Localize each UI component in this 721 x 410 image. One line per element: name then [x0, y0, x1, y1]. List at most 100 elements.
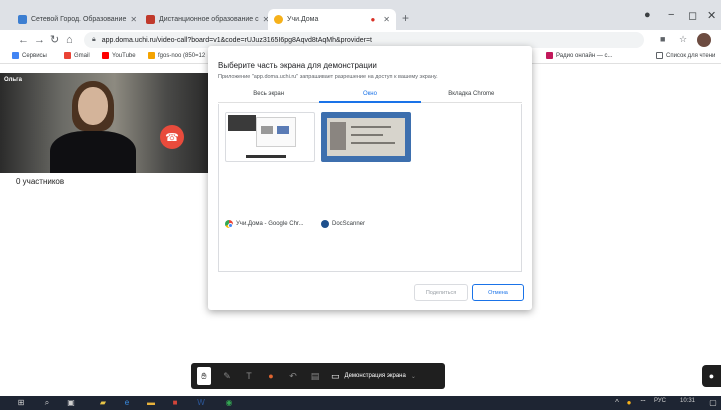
reload-icon[interactable]: ↻ [50, 33, 59, 47]
windows-taskbar: ⊞ ⌕ ▣ ▰ e ▬ ■ W ◉ ^ ● ⌔ РУС 10:31 ▢ [0, 396, 721, 410]
window-label-uchi-doma[interactable]: Учи.Дома - Google Chr... [225, 220, 304, 228]
thumbnail-line [351, 142, 395, 144]
cancel-button[interactable]: Отмена [472, 284, 524, 301]
forward-arrow-icon[interactable]: → [34, 33, 45, 47]
participant-name: Ольга [4, 77, 22, 83]
language-indicator[interactable]: РУС [654, 398, 666, 404]
bookmark-label: fgos-noo (850=12 [158, 52, 206, 59]
notifications-icon[interactable]: ▢ [708, 398, 718, 408]
thumbnail-document-preview [327, 118, 405, 156]
tab-entire-screen[interactable]: Весь экран [218, 87, 320, 103]
whiteboard-toolbar: ✋︎ ✎ T ● ↶ ▤ ▭ Демонстрация экрана ⌄ [191, 363, 445, 389]
bookmark-label: Сервисы [22, 52, 47, 59]
text-tool-icon[interactable]: T [243, 371, 255, 381]
window-picker: Учи.Дома - Google Chr... DocScanner [218, 104, 522, 272]
thumbnail-mini-block [261, 126, 273, 134]
bookmark-label: Список для чтени [666, 52, 716, 59]
bookmark-radio-online[interactable]: Радио онлайн — с... [546, 52, 612, 59]
bookmark-services[interactable]: Сервисы [12, 52, 47, 59]
screen-share-label: Демонстрация экрана [344, 373, 406, 379]
explorer-pinned-icon[interactable]: ▰ [98, 398, 108, 408]
browser-tab-setevoy-gorod[interactable]: Сетевой Город. Образование ✕ [12, 9, 140, 30]
window-label-text: DocScanner [332, 221, 366, 227]
tab-label: Дистанционное образование с [159, 16, 259, 23]
tab-close-icon[interactable]: ✕ [130, 15, 137, 24]
bookmark-reading-list[interactable]: Список для чтени [656, 52, 715, 59]
browser-tab-bar: Сетевой Город. Образование ✕ Дистанционн… [0, 0, 721, 30]
maximize-window-icon[interactable]: ◻ [688, 9, 697, 22]
bookmark-youtube[interactable]: YouTube [102, 52, 136, 59]
browser-tab-uchi-doma[interactable]: Учи.Дома ● ✕ [268, 9, 396, 30]
hand-pointer-icon[interactable]: ✋︎ [197, 367, 211, 385]
word-pinned-icon[interactable]: W [196, 398, 206, 408]
clock[interactable]: 10:31 [680, 398, 695, 404]
browser-tab-distance-education[interactable]: Дистанционное образование с ✕ [140, 9, 268, 30]
setevoy-gorod-favicon-icon [18, 15, 27, 24]
tab-label: Учи.Дома [287, 16, 319, 23]
home-icon[interactable]: ⌂ [66, 33, 73, 47]
reading-list-icon [656, 52, 663, 59]
profile-menu-icon[interactable]: ● [644, 9, 651, 21]
pen-icon[interactable]: ✎ [221, 371, 233, 382]
uchi-doma-favicon-icon [274, 15, 283, 24]
undo-icon[interactable]: ↶ [287, 371, 299, 382]
clear-board-icon[interactable]: ▤ [309, 371, 321, 382]
distance-education-favicon-icon [146, 15, 155, 24]
edge-pinned-icon[interactable]: e [122, 398, 132, 408]
network-icon[interactable]: ⌔ [638, 398, 648, 408]
new-tab-button[interactable]: + [402, 11, 409, 25]
radio-favicon-icon [546, 52, 553, 59]
chat-button[interactable]: ● [702, 365, 721, 387]
bookmark-fgos-noo[interactable]: fgos-noo (850=12 [148, 52, 205, 59]
share-button[interactable]: Поделиться [414, 284, 468, 301]
bookmark-label: Радио онлайн — с... [556, 52, 613, 59]
thumbnail-video-preview [228, 115, 256, 131]
bookmark-label: YouTube [112, 52, 136, 59]
windows-start-icon[interactable]: ⊞ [16, 398, 26, 408]
docscanner-icon [321, 220, 329, 228]
recording-dot-icon: ● [370, 15, 376, 24]
profile-avatar[interactable] [697, 33, 711, 47]
color-picker-icon[interactable]: ● [265, 371, 277, 381]
hang-up-button[interactable]: ☎ [160, 125, 184, 149]
thumbnail-dialog-preview [256, 117, 296, 147]
task-view-icon[interactable]: ▣ [66, 398, 76, 408]
window-thumbnail-uchi-doma[interactable] [225, 112, 315, 162]
search-icon[interactable]: ⌕ [42, 398, 52, 408]
bookmark-star-icon[interactable]: ☆ [679, 34, 687, 45]
chrome-pinned-icon[interactable]: ◉ [224, 398, 234, 408]
apps-grid-icon [12, 52, 19, 59]
window-thumbnail-docscanner[interactable] [321, 112, 411, 162]
tray-icon[interactable]: ^ [612, 398, 622, 408]
thumbnail-toolbar-preview [246, 155, 286, 158]
phone-hangup-icon: ☎ [165, 131, 179, 144]
tray-app-icon[interactable]: ● [624, 398, 634, 408]
participant-video: Ольга [0, 73, 208, 173]
youtube-icon [102, 52, 109, 59]
screen-share-button[interactable]: ▭ Демонстрация экрана ⌄ [331, 371, 416, 382]
bookmark-label: Gmail [74, 52, 90, 59]
chrome-icon [225, 220, 233, 228]
lock-icon: 🔒︎ [92, 36, 96, 43]
dialog-subtitle: Приложение "app.doma.uchi.ru" запрашивае… [218, 74, 438, 80]
participant-face [78, 87, 108, 125]
thumbnail-photo [330, 122, 346, 150]
folder-pinned-icon[interactable]: ▬ [146, 398, 156, 408]
minimize-window-icon[interactable]: − [668, 9, 674, 21]
back-arrow-icon[interactable]: ← [18, 33, 29, 47]
tab-close-icon[interactable]: ✕ [383, 15, 390, 24]
tab-window[interactable]: Окно [319, 87, 421, 103]
app-pinned-icon[interactable]: ■ [170, 398, 180, 408]
thumbnail-line [351, 134, 383, 136]
window-label-text: Учи.Дома - Google Chr... [236, 221, 304, 227]
gmail-icon [64, 52, 71, 59]
monitor-icon: ▭ [331, 370, 340, 381]
dialog-tabs: Весь экран Окно Вкладка Chrome [218, 87, 522, 103]
tab-chrome-tab[interactable]: Вкладка Chrome [420, 87, 522, 103]
tab-label: Сетевой Город. Образование [31, 16, 127, 23]
fgos-favicon-icon [148, 52, 155, 59]
bookmark-gmail[interactable]: Gmail [64, 52, 90, 59]
close-window-icon[interactable]: ✕ [707, 9, 716, 22]
window-label-docscanner[interactable]: DocScanner [321, 220, 365, 228]
camera-indicator-icon[interactable]: ■ [660, 34, 665, 44]
